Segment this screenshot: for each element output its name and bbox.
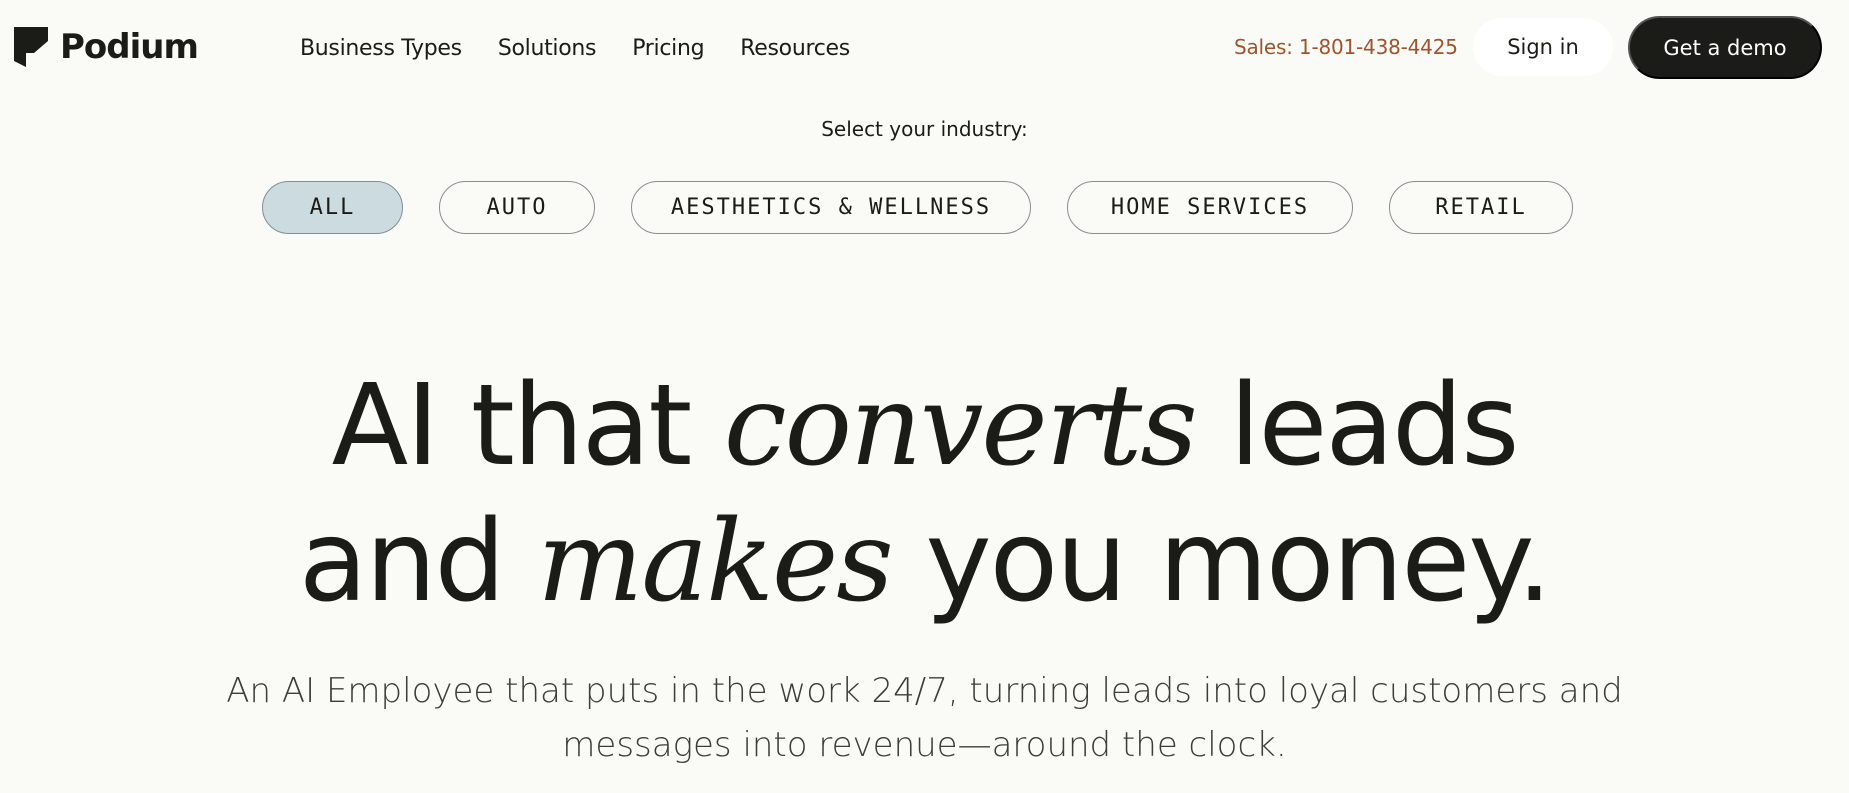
subheadline-line-2: messages into revenue—around the clock. <box>562 725 1287 765</box>
hero-emphasis: makes <box>537 497 894 627</box>
industry-label: Select your industry: <box>821 117 1028 141</box>
subheadline-line-1: An AI Employee that puts in the work 24/… <box>226 671 1623 711</box>
hero-text: leads <box>1195 361 1519 491</box>
hero-text: AI that <box>331 361 724 491</box>
industry-chip-all[interactable]: ALL <box>262 181 403 234</box>
logo[interactable]: Podium <box>14 26 199 68</box>
hero-subheadline: An AI Employee that puts in the work 24/… <box>200 664 1649 772</box>
page: Podium Business Types Solutions Pricing … <box>0 0 1849 793</box>
industry-chip-auto[interactable]: AUTO <box>439 181 595 234</box>
main-nav: Business Types Solutions Pricing Resourc… <box>300 32 850 64</box>
industry-chip-retail[interactable]: RETAIL <box>1389 181 1573 234</box>
hero-headline: AI that converts leads and makes you mon… <box>0 358 1849 630</box>
sign-in-button[interactable]: Sign in <box>1473 18 1613 76</box>
hero-line-2: and makes you money. <box>0 494 1849 630</box>
hero-text: and <box>298 497 538 627</box>
hero-text: you money. <box>891 497 1552 627</box>
industry-chip-aesthetics-wellness[interactable]: AESTHETICS & WELLNESS <box>631 181 1031 234</box>
logo-text: Podium <box>60 27 199 67</box>
industry-chip-home-services[interactable]: HOME SERVICES <box>1067 181 1353 234</box>
nav-business-types[interactable]: Business Types <box>300 36 462 61</box>
hero-emphasis: converts <box>723 361 1198 491</box>
nav-resources[interactable]: Resources <box>740 36 850 61</box>
site-header: Podium Business Types Solutions Pricing … <box>0 0 1849 98</box>
get-demo-button[interactable]: Get a demo <box>1628 16 1822 79</box>
hero-line-1: AI that converts leads <box>0 358 1849 494</box>
nav-solutions[interactable]: Solutions <box>498 36 597 61</box>
sales-phone-link[interactable]: Sales: 1-801-438-4425 <box>1234 35 1458 59</box>
podium-logo-icon <box>14 27 48 67</box>
nav-pricing[interactable]: Pricing <box>632 36 704 61</box>
